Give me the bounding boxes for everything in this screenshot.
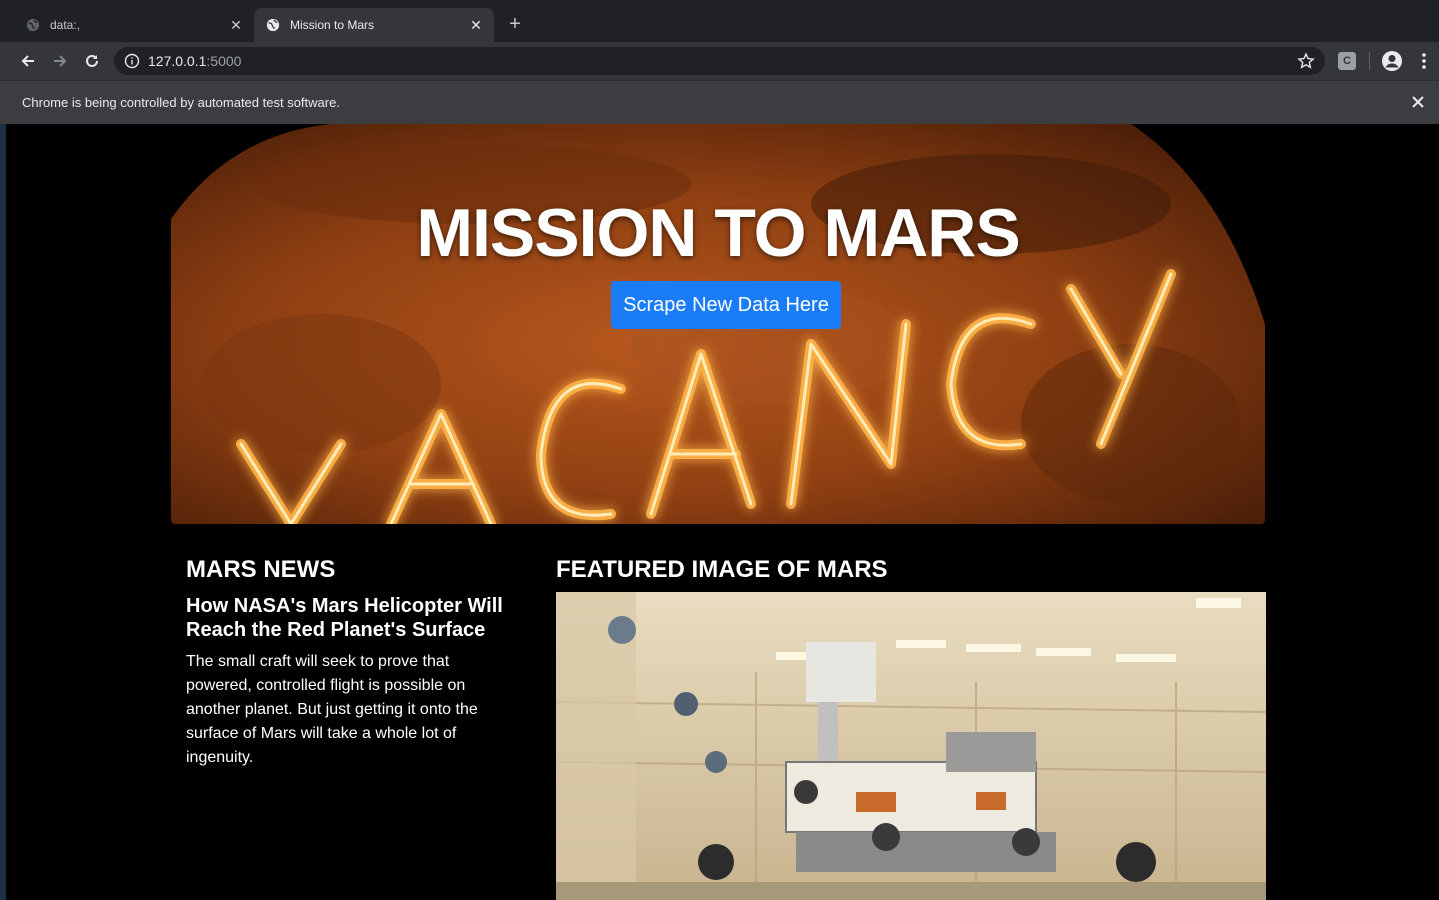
automation-infobar: Chrome is being controlled by automated … — [0, 80, 1439, 124]
reload-icon — [86, 54, 98, 67]
url-port: :5000 — [206, 53, 242, 69]
featured-image-section: FEATURED IMAGE OF MARS — [556, 556, 1266, 584]
page-title: MISSION TO MARS — [416, 195, 1020, 271]
extension-button[interactable]: C — [1338, 52, 1356, 70]
featured-mars-image — [556, 592, 1266, 900]
url-host: 127.0.0.1 — [148, 53, 207, 69]
tab-strip: data:, ✕ Mission to Mars ✕ + — [0, 0, 1439, 42]
reload-button[interactable] — [80, 49, 104, 73]
close-icon[interactable]: ✕ — [468, 17, 484, 33]
forward-button[interactable] — [48, 49, 72, 73]
globe-icon — [26, 18, 40, 32]
tab-title: Mission to Mars — [290, 18, 375, 32]
bookmark-star-icon[interactable] — [1297, 52, 1315, 70]
mars-news-section: MARS NEWS How NASA's Mars Helicopter Wil… — [186, 556, 506, 770]
tab-title: data:, — [50, 18, 81, 32]
address-bar[interactable]: 127.0.0.1:5000 — [114, 47, 1325, 75]
new-tab-button[interactable]: + — [505, 13, 525, 35]
arrow-left-icon — [21, 55, 34, 67]
infobar-message: Chrome is being controlled by automated … — [22, 95, 340, 110]
tab-mission-to-mars[interactable]: Mission to Mars ✕ — [254, 8, 494, 42]
rover-photo — [556, 592, 1266, 900]
tab-data[interactable]: data:, ✕ — [14, 8, 254, 42]
close-icon[interactable] — [1409, 93, 1427, 111]
featured-heading: FEATURED IMAGE OF MARS — [556, 556, 888, 583]
toolbar-divider — [1369, 52, 1370, 70]
web-page: MISSION TO MARS Scrape New Data Here MAR… — [6, 124, 1439, 900]
profile-avatar-icon[interactable] — [1381, 50, 1403, 72]
globe-icon — [266, 18, 280, 32]
close-icon[interactable]: ✕ — [228, 17, 244, 33]
news-paragraph: The small craft will seek to prove that … — [186, 653, 478, 766]
news-heading: MARS NEWS — [186, 556, 336, 583]
arrow-right-icon — [54, 55, 67, 67]
info-icon — [124, 53, 140, 69]
news-title: How NASA's Mars Helicopter Will Reach th… — [186, 595, 503, 641]
hero-jumbotron: MISSION TO MARS Scrape New Data Here — [171, 124, 1265, 524]
browser-toolbar: 127.0.0.1:5000 — [0, 42, 1439, 80]
url-text: 127.0.0.1:5000 — [148, 53, 241, 69]
scrape-button[interactable]: Scrape New Data Here — [611, 281, 841, 329]
back-button[interactable] — [16, 49, 40, 73]
kebab-menu-icon[interactable] — [1418, 52, 1430, 70]
